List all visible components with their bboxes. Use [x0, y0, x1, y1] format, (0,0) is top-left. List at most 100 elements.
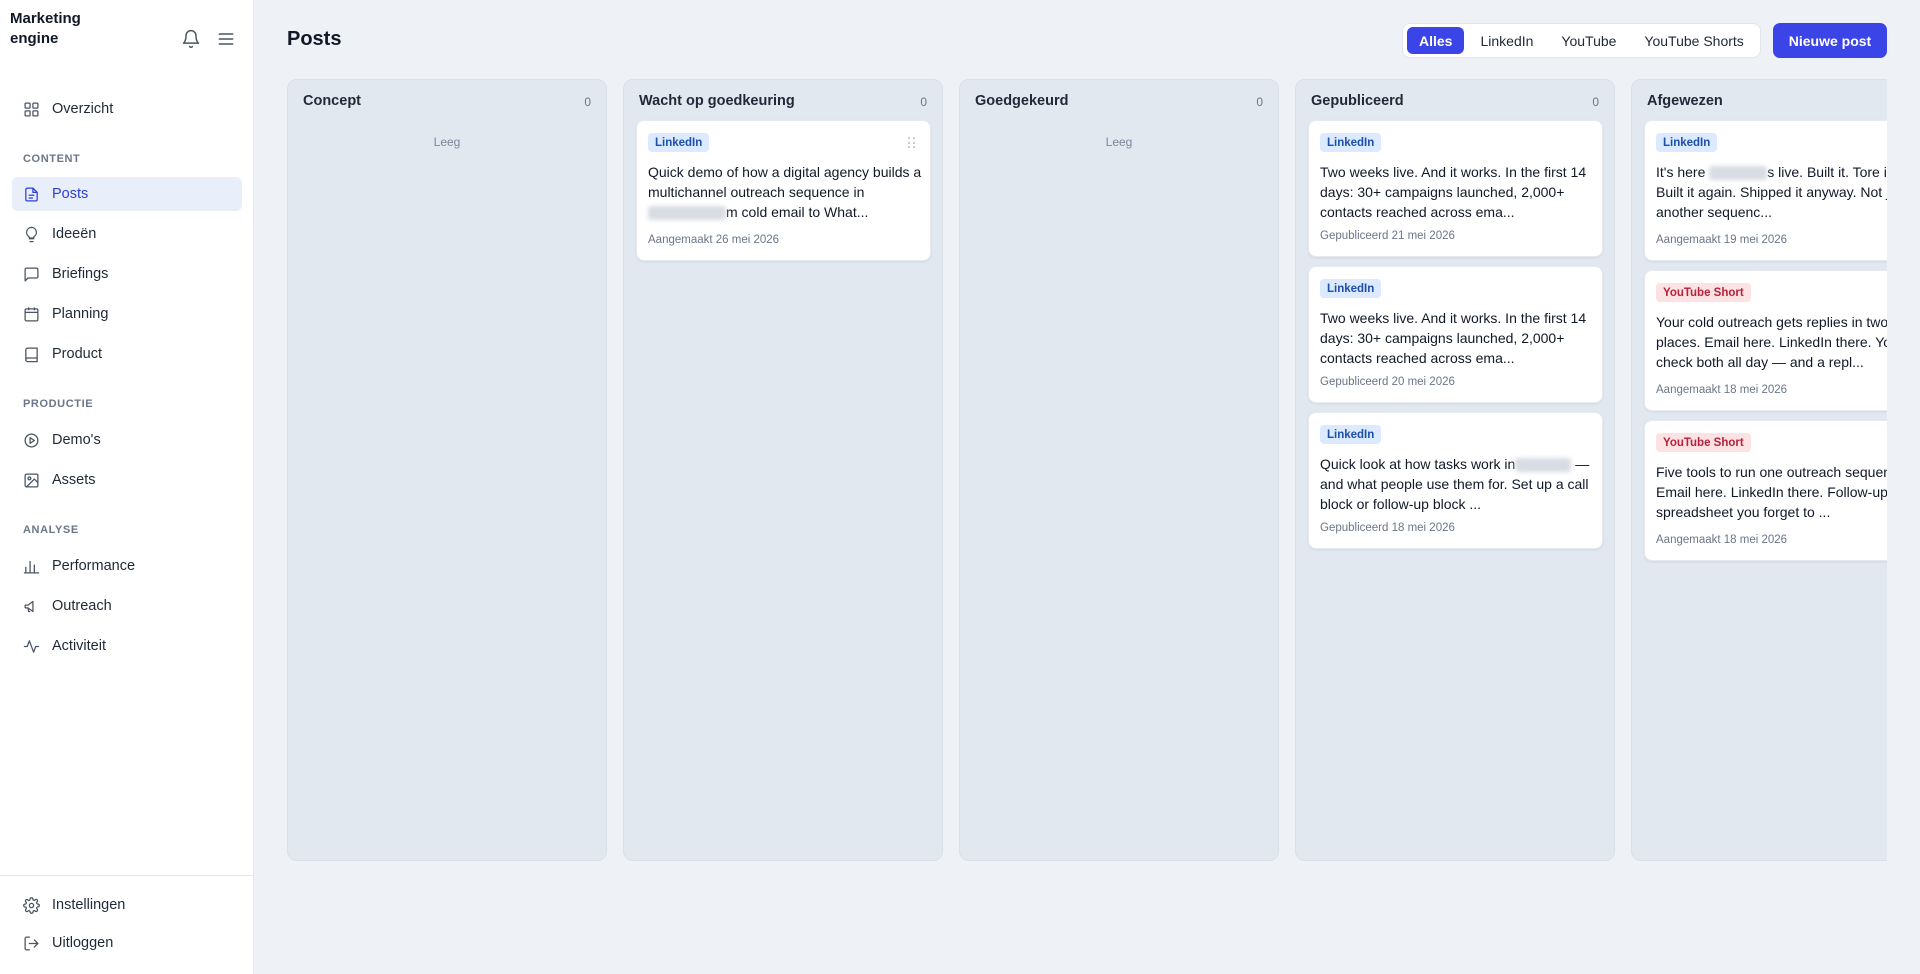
sidebar-item-label: Briefings	[52, 266, 109, 282]
drag-handle-icon[interactable]	[908, 137, 918, 149]
column-count: 0	[920, 95, 927, 109]
sidebar-item-product[interactable]: Product	[12, 337, 242, 371]
card-date: Aangemaakt 19 mei 2026	[1656, 234, 1788, 246]
column-title: Afgewezen	[1647, 93, 1723, 109]
filter-youtube-shorts[interactable]: YouTube Shorts	[1632, 27, 1755, 54]
gear-icon	[22, 896, 40, 914]
brand-name: Marketing engine	[10, 10, 81, 47]
sidebar-item-overzicht[interactable]: Overzicht	[12, 92, 242, 126]
column-count: 0	[1592, 95, 1599, 109]
calendar-icon	[22, 305, 40, 323]
card-text: Two weeks live. And it works. In the fir…	[1320, 310, 1587, 366]
dashboard-icon	[22, 100, 40, 118]
card-date: Aangemaakt 26 mei 2026	[648, 234, 780, 246]
platform-badge: LinkedIn	[1656, 133, 1718, 152]
card-text: Two weeks live. And it works. In the fir…	[1320, 164, 1587, 220]
card-text: It's here s live. Built it. Tore it down…	[1656, 164, 1887, 220]
redacted-text	[1709, 166, 1768, 181]
column-title: Gepubliceerd	[1311, 93, 1404, 109]
bar-chart-icon	[22, 557, 40, 575]
platform-badge: LinkedIn	[1320, 133, 1382, 152]
platform-badge: YouTube Short	[1656, 283, 1751, 302]
sidebar-item-demos[interactable]: Demo's	[12, 423, 242, 457]
sidebar-item-outreach[interactable]: Outreach	[12, 589, 242, 623]
sidebar-divider	[0, 875, 254, 876]
column-count: 0	[1256, 95, 1263, 109]
chat-icon	[22, 265, 40, 283]
sidebar-item-label: Outreach	[52, 598, 112, 614]
empty-label: Leeg	[433, 135, 461, 149]
post-card[interactable]: YouTube Short Your cold outreach gets re…	[1644, 270, 1887, 411]
bell-icon[interactable]	[180, 28, 202, 50]
new-post-button[interactable]: Nieuwe post	[1773, 23, 1887, 58]
sidebar-item-assets[interactable]: Assets	[12, 463, 242, 497]
card-date: Gepubliceerd 21 mei 2026	[1320, 230, 1455, 242]
sidebar-item-label: Activiteit	[52, 638, 106, 654]
column-wacht-op-goedkeuring: Wacht op goedkeuring 0 LinkedIn Quick de…	[623, 79, 943, 861]
section-label-productie: PRODUCTIE	[23, 398, 94, 410]
sidebar-item-label: Assets	[52, 472, 96, 488]
platform-badge: LinkedIn	[1320, 425, 1382, 444]
post-card[interactable]: LinkedIn Quick demo of how a digital age…	[636, 120, 931, 261]
column-count: 0	[584, 95, 591, 109]
sidebar-item-performance[interactable]: Performance	[12, 549, 242, 583]
sidebar-item-label: Uitloggen	[52, 935, 114, 951]
filter-youtube[interactable]: YouTube	[1549, 27, 1628, 54]
card-date: Gepubliceerd 18 mei 2026	[1320, 522, 1455, 534]
post-card[interactable]: YouTube Short Five tools to run one outr…	[1644, 420, 1887, 561]
card-text: Quick demo of how a digital agency build…	[648, 164, 922, 221]
card-text: Quick look at how tasks work in — and wh…	[1320, 456, 1590, 512]
section-label-content: CONTENT	[23, 153, 81, 165]
redacted-text	[648, 206, 726, 221]
sidebar-item-uitloggen[interactable]: Uitloggen	[12, 926, 242, 960]
card-date: Aangemaakt 18 mei 2026	[1656, 384, 1788, 396]
column-title: Wacht op goedkeuring	[639, 93, 795, 109]
column-goedgekeurd: Goedgekeurd 0 Leeg	[959, 79, 1279, 861]
column-afgewezen: Afgewezen LinkedIn It's here s live. Bui…	[1631, 79, 1887, 861]
sidebar-item-activiteit[interactable]: Activiteit	[12, 629, 242, 663]
kanban-board: Concept 0 Leeg Wacht op goedkeuring 0 Li…	[287, 79, 1887, 861]
column-title: Concept	[303, 93, 361, 109]
play-circle-icon	[22, 431, 40, 449]
sidebar-item-label: Planning	[52, 306, 109, 322]
sidebar-item-posts[interactable]: Posts	[12, 177, 242, 211]
platform-filter: Alles LinkedIn YouTube YouTube Shorts	[1402, 23, 1761, 58]
post-card[interactable]: LinkedIn Quick look at how tasks work in…	[1308, 412, 1603, 549]
sidebar-item-label: Demo's	[52, 432, 101, 448]
sidebar-item-label: Ideeën	[52, 226, 97, 242]
column-concept: Concept 0 Leeg	[287, 79, 607, 861]
sidebar-item-label: Instellingen	[52, 897, 126, 913]
card-text: Your cold outreach gets replies in two p…	[1656, 314, 1887, 370]
lightbulb-icon	[22, 225, 40, 243]
card-text: Five tools to run one outreach sequence.…	[1656, 464, 1887, 520]
section-label-analyse: ANALYSE	[23, 524, 79, 536]
card-date: Aangemaakt 18 mei 2026	[1656, 534, 1788, 546]
document-icon	[22, 185, 40, 203]
empty-label: Leeg	[1105, 135, 1133, 149]
sidebar-item-briefings[interactable]: Briefings	[12, 257, 242, 291]
book-icon	[22, 345, 40, 363]
sidebar-item-label: Posts	[52, 186, 89, 202]
sidebar-item-label: Product	[52, 346, 102, 362]
filter-alles[interactable]: Alles	[1407, 27, 1465, 54]
page-title: Posts	[287, 28, 342, 50]
platform-badge: LinkedIn	[648, 133, 710, 152]
post-card[interactable]: LinkedIn It's here s live. Built it. Tor…	[1644, 120, 1887, 261]
column-title: Goedgekeurd	[975, 93, 1069, 109]
activity-icon	[22, 637, 40, 655]
card-date: Gepubliceerd 20 mei 2026	[1320, 376, 1455, 388]
redacted-text	[1515, 458, 1572, 473]
sidebar-item-label: Overzicht	[52, 101, 114, 117]
post-card[interactable]: LinkedIn Two weeks live. And it works. I…	[1308, 266, 1603, 403]
sidebar-item-planning[interactable]: Planning	[12, 297, 242, 331]
image-icon	[22, 471, 40, 489]
sidebar: Marketing engine Overzicht CONTENT Posts…	[0, 0, 254, 974]
post-card[interactable]: LinkedIn Two weeks live. And it works. I…	[1308, 120, 1603, 257]
sidebar-item-label: Performance	[52, 558, 136, 574]
filter-linkedin[interactable]: LinkedIn	[1468, 27, 1545, 54]
sidebar-item-instellingen[interactable]: Instellingen	[12, 888, 242, 922]
platform-badge: YouTube Short	[1656, 433, 1751, 452]
sidebar-item-ideeen[interactable]: Ideeën	[12, 217, 242, 251]
menu-icon[interactable]	[215, 28, 237, 50]
platform-badge: LinkedIn	[1320, 279, 1382, 298]
